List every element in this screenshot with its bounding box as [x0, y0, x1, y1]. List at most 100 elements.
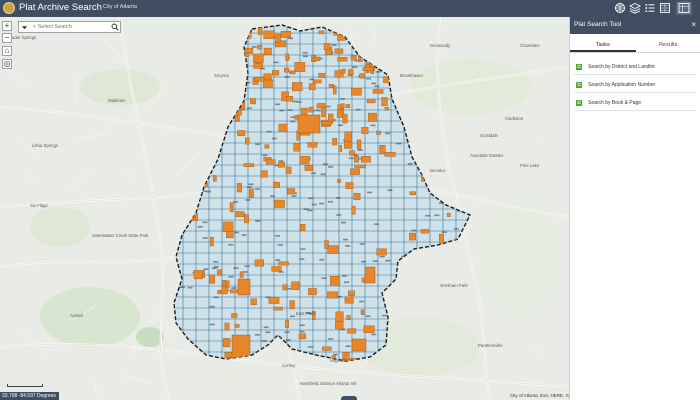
plat-parcel[interactable]	[268, 297, 280, 304]
plat-parcel[interactable]	[344, 296, 354, 304]
plat-parcel[interactable]	[274, 199, 285, 208]
plat-parcel[interactable]	[318, 73, 325, 78]
plat-parcel[interactable]	[291, 281, 300, 290]
plat-parcel[interactable]	[327, 245, 339, 254]
plat-parcel[interactable]	[351, 205, 356, 215]
search-icon[interactable]	[111, 23, 119, 31]
plat-parcel[interactable]	[347, 290, 355, 296]
plat-parcel[interactable]	[249, 188, 254, 198]
plat-parcel[interactable]	[293, 143, 301, 152]
map-canvas[interactable]: Powder SpringsMabletonLithia SpringsSmyr…	[0, 17, 569, 400]
plat-parcel[interactable]	[272, 70, 280, 76]
plat-parcel[interactable]	[420, 229, 429, 234]
plat-parcel[interactable]	[350, 168, 360, 175]
plat-parcel[interactable]	[278, 123, 288, 132]
plat-parcel[interactable]	[264, 144, 270, 149]
plat-parcel[interactable]	[446, 213, 451, 217]
basemap-gallery-icon[interactable]	[614, 2, 626, 14]
plat-parcel[interactable]	[333, 85, 337, 95]
plat-parcel[interactable]	[347, 328, 357, 334]
plat-parcel[interactable]	[254, 259, 264, 267]
plat-parcel[interactable]	[337, 56, 348, 62]
plat-parcel[interactable]	[363, 325, 375, 333]
plat-parcel[interactable]	[361, 156, 371, 163]
plat-parcel[interactable]	[285, 166, 292, 174]
plat-parcel[interactable]	[349, 150, 355, 156]
plat-parcel[interactable]	[253, 53, 264, 63]
plat-parcel[interactable]	[237, 130, 246, 136]
search-source-dropdown-icon[interactable]	[21, 24, 28, 31]
close-icon[interactable]: ×	[691, 20, 696, 29]
plat-parcel[interactable]	[235, 115, 240, 122]
plat-parcel[interactable]	[353, 193, 361, 200]
search-input[interactable]	[33, 22, 111, 32]
plat-parcel[interactable]	[266, 159, 276, 165]
plat-parcel[interactable]	[209, 274, 216, 284]
plat-parcel[interactable]	[217, 269, 222, 276]
plat-parcel[interactable]	[283, 67, 289, 73]
plat-parcel[interactable]	[409, 191, 416, 195]
home-button[interactable]: ⌂	[2, 46, 12, 56]
plat-parcel[interactable]	[273, 306, 283, 311]
plat-parcel[interactable]	[278, 261, 289, 266]
task-search-book-page[interactable]: Search by Book & Page	[574, 97, 696, 111]
plat-parcel[interactable]	[351, 338, 367, 352]
plat-parcel[interactable]	[222, 338, 231, 348]
plat-parcel[interactable]	[304, 165, 314, 171]
plat-parcel[interactable]	[235, 211, 245, 218]
plat-parcel[interactable]	[271, 266, 282, 272]
plat-parcel[interactable]	[260, 170, 268, 178]
plat-parcel[interactable]	[338, 145, 343, 152]
list-icon[interactable]	[644, 2, 656, 14]
zoom-in-button[interactable]: +	[2, 21, 12, 31]
layers-icon[interactable]	[629, 2, 641, 14]
plat-parcel[interactable]	[292, 82, 303, 92]
plat-parcel[interactable]	[345, 104, 350, 108]
plat-parcel[interactable]	[285, 319, 289, 328]
plat-parcel[interactable]	[217, 290, 222, 294]
plat-parcel[interactable]	[275, 33, 281, 43]
plat-parcel[interactable]	[409, 232, 416, 241]
plat-parcel[interactable]	[384, 107, 389, 111]
plat-parcel[interactable]	[351, 87, 362, 96]
plat-parcel[interactable]	[308, 83, 316, 91]
my-location-button[interactable]: ◎	[2, 59, 12, 69]
plat-parcel[interactable]	[224, 322, 230, 331]
plat-parcel[interactable]	[354, 155, 359, 163]
plat-parcel[interactable]	[344, 141, 352, 149]
plat-parcel[interactable]	[356, 139, 362, 150]
plat-parcel[interactable]	[308, 106, 314, 113]
plat-parcel[interactable]	[342, 113, 348, 124]
plat-parcel[interactable]	[287, 188, 295, 195]
plat-parcel[interactable]	[273, 181, 280, 188]
plat-parcel[interactable]	[313, 79, 322, 84]
plat-parcel[interactable]	[324, 240, 329, 249]
plat-parcel[interactable]	[250, 298, 257, 306]
zoom-out-button[interactable]: −	[2, 33, 12, 43]
plat-parcel[interactable]	[322, 346, 332, 351]
plat-parcel[interactable]	[364, 266, 376, 284]
plat-parcel[interactable]	[263, 47, 272, 55]
plat-parcel[interactable]	[348, 69, 354, 76]
plat-parcel[interactable]	[234, 324, 240, 328]
tab-results[interactable]: Results	[636, 39, 700, 52]
plat-parcel[interactable]	[221, 286, 228, 295]
plat-parcel[interactable]	[354, 164, 366, 169]
plat-parcel[interactable]	[231, 334, 251, 360]
plat-parcel[interactable]	[316, 103, 326, 109]
bottom-collapse-handle[interactable]	[341, 396, 357, 400]
plat-parcel[interactable]	[360, 309, 365, 316]
plat-parcel[interactable]	[250, 98, 256, 105]
plat-parcel[interactable]	[359, 73, 365, 79]
plat-parcel[interactable]	[297, 114, 321, 134]
task-search-district-landlot[interactable]: Search by District and Landlot	[574, 61, 696, 75]
plat-parcel[interactable]	[210, 236, 214, 247]
plat-parcel[interactable]	[285, 53, 289, 61]
plat-parcel[interactable]	[236, 183, 242, 193]
plat-parcel[interactable]	[298, 333, 306, 340]
plat-parcel[interactable]	[350, 54, 357, 61]
plat-parcel[interactable]	[299, 155, 310, 165]
plat-parcel[interactable]	[282, 284, 288, 291]
plat-parcel[interactable]	[366, 99, 376, 104]
plat-parcel[interactable]	[318, 30, 325, 35]
